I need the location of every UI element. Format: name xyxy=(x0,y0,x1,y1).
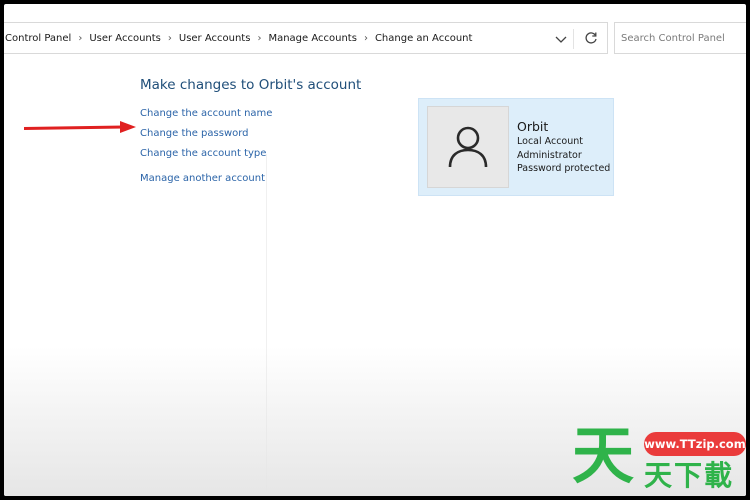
breadcrumb-user-accounts-sub[interactable]: User Accounts xyxy=(177,33,253,44)
account-role: Administrator xyxy=(517,149,582,161)
change-account-type-link[interactable]: Change the account type xyxy=(140,146,272,166)
column-divider xyxy=(266,154,267,496)
red-arrow-annotation-icon xyxy=(24,121,136,133)
breadcrumb-change-an-account[interactable]: Change an Account xyxy=(373,33,475,44)
watermark-url-badge: www.TTzip.com xyxy=(644,432,746,456)
breadcrumb-separator-icon[interactable]: › xyxy=(359,33,373,44)
breadcrumb-control-panel[interactable]: Control Panel xyxy=(4,33,73,44)
account-tile: Orbit Local Account Administrator Passwo… xyxy=(418,98,614,196)
chevron-down-icon[interactable] xyxy=(553,31,569,47)
avatar xyxy=(427,106,509,188)
user-icon xyxy=(448,126,488,168)
watermark-logo-text: 天下載 xyxy=(644,459,735,492)
watermark-logo-char: 天 xyxy=(572,419,635,492)
breadcrumb: Control Panel › User Accounts › User Acc… xyxy=(4,33,474,44)
address-bar[interactable]: Control Panel › User Accounts › User Acc… xyxy=(4,22,608,54)
account-info: Orbit Local Account Administrator Passwo… xyxy=(517,119,610,176)
account-name: Orbit xyxy=(517,119,549,134)
breadcrumb-separator-icon[interactable]: › xyxy=(163,33,177,44)
task-list: Change the account name Change the passw… xyxy=(140,106,272,191)
breadcrumb-separator-icon[interactable]: › xyxy=(73,33,87,44)
refresh-icon[interactable] xyxy=(583,30,599,46)
control-panel-window: Control Panel › User Accounts › User Acc… xyxy=(4,4,746,496)
breadcrumb-user-accounts[interactable]: User Accounts xyxy=(87,33,163,44)
account-type: Local Account xyxy=(517,136,583,147)
account-password-status: Password protected xyxy=(517,163,611,174)
change-account-name-link[interactable]: Change the account name xyxy=(140,106,272,126)
breadcrumb-separator-icon[interactable]: › xyxy=(252,33,266,44)
change-password-link[interactable]: Change the password xyxy=(140,126,272,146)
breadcrumb-manage-accounts[interactable]: Manage Accounts xyxy=(266,33,359,44)
manage-another-account-link[interactable]: Manage another account xyxy=(140,171,272,191)
address-bar-divider xyxy=(573,29,574,49)
search-input[interactable] xyxy=(615,23,746,53)
page-title: Make changes to Orbit's account xyxy=(140,77,362,93)
search-box[interactable] xyxy=(614,22,746,54)
bottom-fade xyxy=(4,346,746,496)
